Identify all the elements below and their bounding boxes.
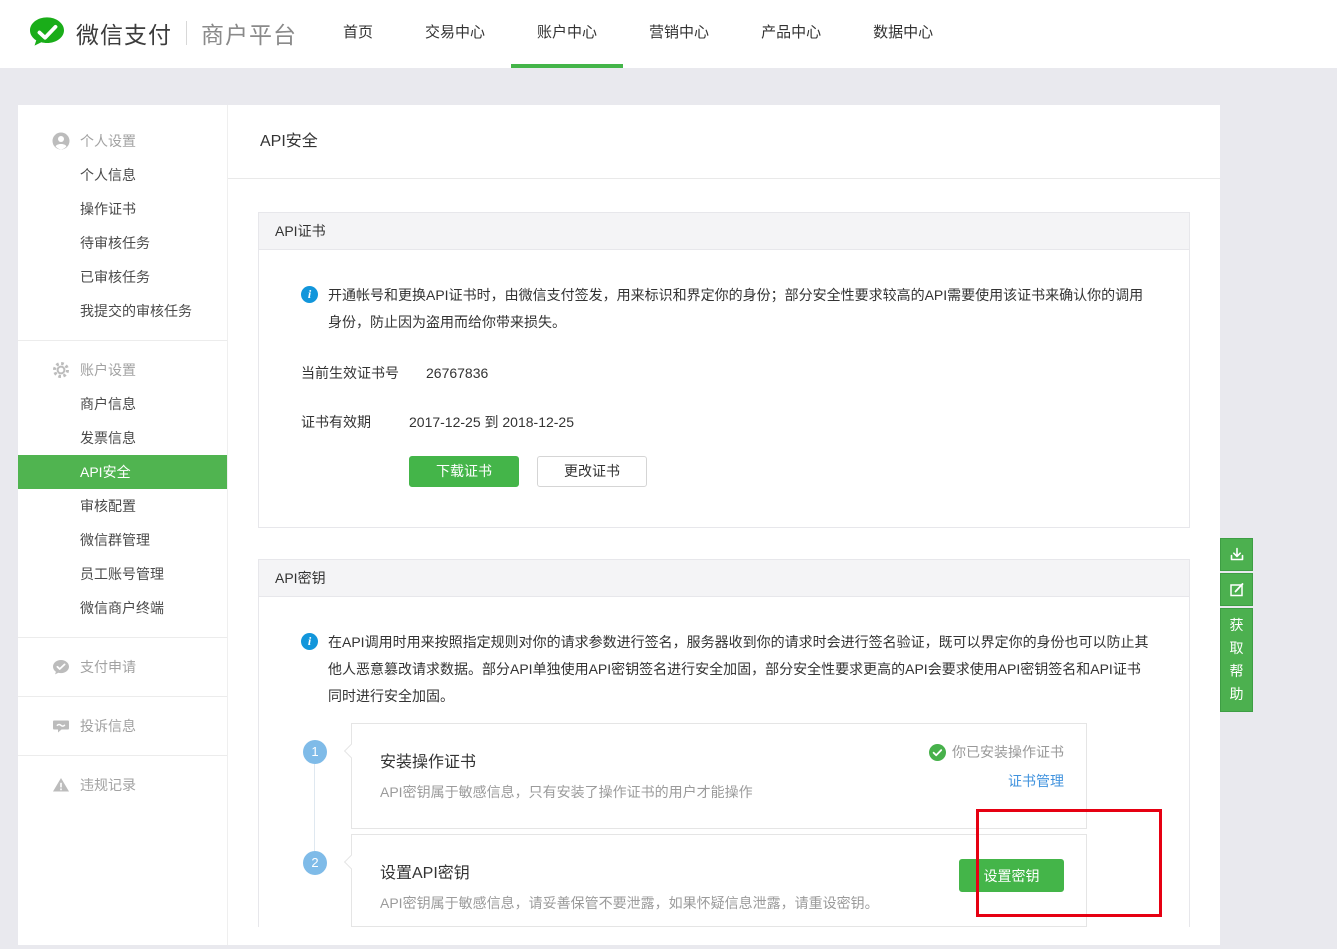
nav-account-center[interactable]: 账户中心 [511,0,623,68]
brand-logo: 微信支付 商户平台 [28,16,297,50]
sidebar-item-complaint-info[interactable]: 投诉信息 [18,709,227,743]
sidebar-link-label: 支付申请 [80,657,136,677]
sidebar-item-wechat-group-mgmt[interactable]: 微信群管理 [18,523,227,557]
sidebar-divider [18,696,227,697]
step-install-cert: 1 安装操作证书 API密钥属于敏感信息，只有安装了操作证书的用户才能操作 [301,723,1189,829]
edit-icon [1228,581,1246,599]
main-content: API安全 API证书 i 开通帐号和更换API证书时，由微信支付签发，用来标识… [228,105,1220,945]
sidebar-item-violation-records[interactable]: 违规记录 [18,768,227,802]
step-1-badge: 1 [303,740,327,764]
cert-number-label: 当前生效证书号 [301,363,409,383]
sidebar-link-label: 投诉信息 [80,716,136,736]
sidebar-group-account-settings[interactable]: 账户设置 [18,353,227,387]
sidebar-item-api-security[interactable]: API安全 [18,455,227,489]
api-cert-section: API证书 i 开通帐号和更换API证书时，由微信支付签发，用来标识和界定你的身… [258,212,1190,528]
sidebar-item-personal-info[interactable]: 个人信息 [18,158,227,192]
user-icon [52,132,70,150]
sidebar-link-label: 违规记录 [80,775,136,795]
api-key-info-text: 在API调用时用来按照指定规则对你的请求参数进行签名，服务器收到你的请求时会进行… [328,629,1150,710]
cert-management-link[interactable]: 证书管理 [929,771,1064,791]
sidebar-item-reviewed-tasks[interactable]: 已审核任务 [18,260,227,294]
api-key-section: API密钥 i 在API调用时用来按照指定规则对你的请求参数进行签名，服务器收到… [258,559,1190,927]
feedback-float-button[interactable] [1220,573,1253,606]
sidebar-group-title: 个人设置 [80,131,136,151]
sidebar-item-invoice-info[interactable]: 发票信息 [18,421,227,455]
check-circle-icon [929,744,946,761]
sidebar-item-merchant-info[interactable]: 商户信息 [18,387,227,421]
chat-icon [52,658,70,676]
sidebar-item-payment-application[interactable]: 支付申请 [18,650,227,684]
sidebar-group-personal-settings[interactable]: 个人设置 [18,124,227,158]
info-icon: i [301,633,318,650]
download-icon [1228,546,1246,564]
sidebar-item-merchant-terminal[interactable]: 微信商户终端 [18,591,227,625]
nav-home[interactable]: 首页 [317,0,399,68]
step-2-badge: 2 [303,851,327,875]
cert-validity-value: 2017-12-25 到 2018-12-25 [409,412,574,432]
api-cert-info-text: 开通帐号和更换API证书时，由微信支付签发，用来标识和界定你的身份；部分安全性要… [328,282,1150,336]
page-title: API安全 [228,105,1220,179]
api-key-steps: 1 安装操作证书 API密钥属于敏感信息，只有安装了操作证书的用户才能操作 [301,723,1189,927]
sidebar-item-my-submitted-tasks[interactable]: 我提交的审核任务 [18,294,227,328]
api-cert-section-title: API证书 [259,213,1189,250]
get-help-label: 获取帮助 [1229,614,1245,706]
get-help-button[interactable]: 获取帮助 [1220,608,1253,712]
wechat-pay-logo-icon [28,16,66,50]
gear-icon [52,361,70,379]
sidebar-item-review-config[interactable]: 审核配置 [18,489,227,523]
step-box-notch [344,744,358,758]
comment-icon [52,717,70,735]
step-2-desc: API密钥属于敏感信息，请妥善保管不要泄露，如果怀疑信息泄露，请重设密钥。 [380,893,1062,913]
sidebar-item-pending-tasks[interactable]: 待审核任务 [18,226,227,260]
download-cert-button[interactable]: 下载证书 [409,456,519,487]
nav-product-center[interactable]: 产品中心 [735,0,847,68]
sidebar-divider [18,755,227,756]
info-icon: i [301,286,318,303]
warning-icon [52,776,70,794]
top-header: 微信支付 商户平台 首页 交易中心 账户中心 营销中心 产品中心 数据中心 [0,0,1337,68]
set-api-key-button[interactable]: 设置密钥 [959,859,1064,892]
portal-name: 商户平台 [201,16,297,50]
main-nav: 首页 交易中心 账户中心 营销中心 产品中心 数据中心 [317,0,959,68]
step-box-notch [344,855,358,869]
nav-marketing-center[interactable]: 营销中心 [623,0,735,68]
step-set-api-key: 2 设置API密钥 API密钥属于敏感信息，请妥善保管不要泄露，如果怀疑信息泄露… [301,834,1189,927]
brand-name: 微信支付 [76,16,172,50]
logo-divider [186,21,187,45]
cert-validity-label: 证书有效期 [301,412,409,432]
sidebar-divider [18,340,227,341]
download-float-button[interactable] [1220,538,1253,571]
api-key-section-title: API密钥 [259,560,1189,597]
nav-data-center[interactable]: 数据中心 [847,0,959,68]
sidebar: 个人设置 个人信息 操作证书 待审核任务 已审核任务 我提交的审核任务 账户设置… [18,105,228,945]
sidebar-item-staff-account-mgmt[interactable]: 员工账号管理 [18,557,227,591]
change-cert-button[interactable]: 更改证书 [537,456,647,487]
sidebar-divider [18,637,227,638]
nav-transaction-center[interactable]: 交易中心 [399,0,511,68]
sidebar-item-operation-cert[interactable]: 操作证书 [18,192,227,226]
cert-number-value: 26767836 [426,365,488,381]
step-1-status-text: 你已安装操作证书 [952,742,1064,762]
sidebar-group-title: 账户设置 [80,360,136,380]
